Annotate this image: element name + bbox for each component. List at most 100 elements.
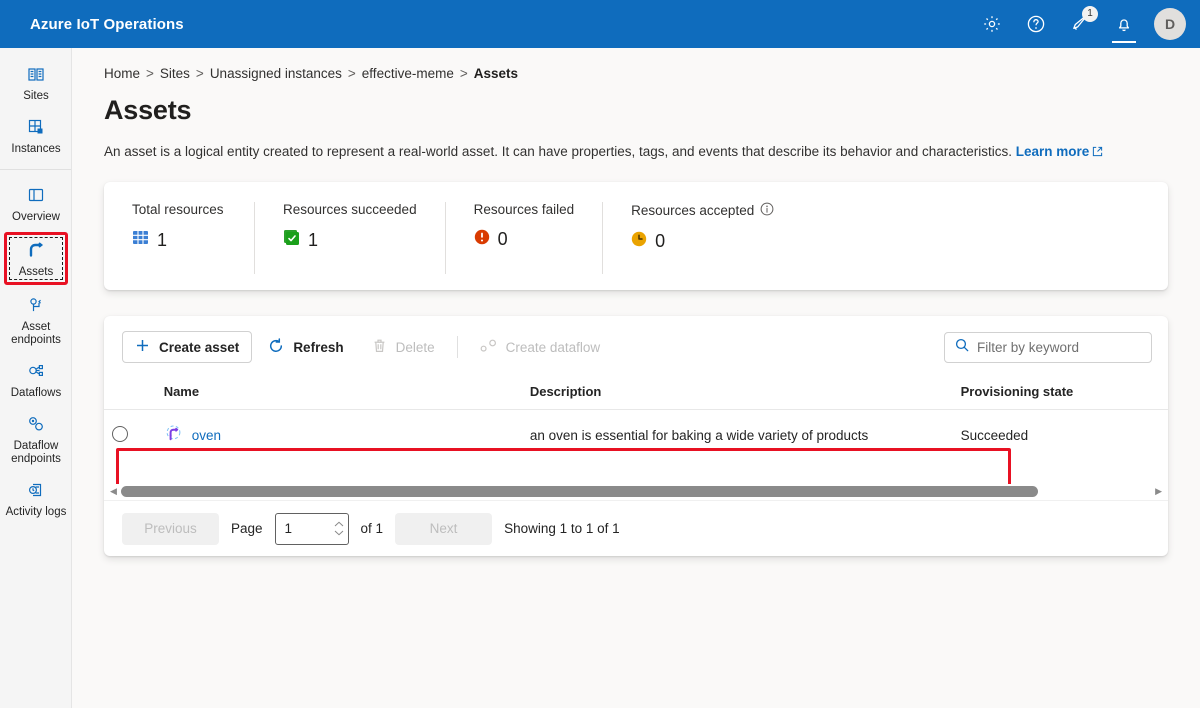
table-row[interactable]: oven an oven is essential for baking a w…	[104, 410, 1168, 461]
row-description-cell: an oven is essential for baking a wide v…	[529, 427, 869, 443]
stat-value: 1	[308, 229, 319, 250]
dataflows-icon	[26, 360, 46, 382]
create-asset-button[interactable]: Create asset	[122, 331, 253, 363]
breadcrumb-item-home[interactable]: Home	[104, 66, 140, 81]
assets-icon	[25, 239, 47, 261]
previous-page-button: Previous	[122, 512, 219, 545]
page-label: Page	[231, 521, 263, 536]
trash-icon	[372, 338, 387, 357]
stat-value: 1	[157, 229, 168, 250]
breadcrumb-item-sites[interactable]: Sites	[160, 66, 190, 81]
plus-icon	[135, 338, 150, 356]
column-header-description[interactable]: Description	[521, 378, 953, 410]
stat-value-row: 1	[132, 229, 226, 251]
delete-button: Delete	[360, 331, 447, 363]
stat-label-row: Resources accepted	[631, 202, 774, 219]
stat-value-row: 0	[631, 231, 774, 252]
settings-icon[interactable]	[970, 0, 1014, 48]
breadcrumb: Home > Sites > Unassigned instances > ef…	[104, 66, 1168, 81]
row-select-cell	[104, 410, 156, 461]
page-number-stepper[interactable]	[274, 512, 349, 545]
summary-card: Total resources 1 Resources succeeded 1 …	[104, 182, 1168, 290]
feedback-badge: 1	[1082, 6, 1098, 22]
scroll-right-arrow-icon[interactable]: ▶	[1155, 487, 1162, 496]
chevron-up-icon	[334, 521, 343, 527]
sidebar-item-label: Overview	[12, 211, 60, 223]
success-check-icon	[283, 229, 300, 251]
filter-search-box[interactable]	[944, 331, 1152, 363]
next-page-button: Next	[395, 512, 493, 545]
column-header-provisioning-state[interactable]: Provisioning state	[952, 378, 1168, 410]
stat-label: Total resources	[132, 202, 224, 217]
overview-icon	[26, 184, 46, 206]
activity-logs-icon	[26, 479, 46, 501]
sidebar-item-label: Instances	[11, 143, 61, 155]
create-asset-label: Create asset	[159, 339, 240, 355]
sidebar-item-label: Asset endpoints	[11, 321, 61, 346]
instances-icon	[26, 116, 46, 138]
stepper-arrows[interactable]	[334, 521, 344, 536]
info-icon[interactable]	[760, 202, 774, 219]
table-header-row: Name Description Provisioning state	[104, 378, 1168, 410]
stat-value-row: 1	[283, 229, 417, 251]
row-name-cell: oven	[156, 410, 522, 461]
toolbar-divider	[456, 336, 458, 358]
table-header: Name Description Provisioning state	[104, 378, 1168, 410]
sidebar: Sites Instances Overview Assets Asset en…	[0, 48, 72, 708]
scrollbar-thumb[interactable]	[120, 486, 1038, 497]
sidebar-item-label: Dataflows	[10, 387, 62, 399]
pagination-bar: Previous Page of 1 Next Showing 1 to 1 o…	[104, 500, 1168, 556]
feedback-icon[interactable]: 1	[1058, 0, 1102, 48]
asset-name-link[interactable]: oven	[192, 428, 221, 443]
sidebar-item-label: Activity logs	[5, 506, 67, 518]
notifications-bell-icon[interactable]	[1102, 0, 1146, 48]
row-provisioning-state-cell: Succeeded	[960, 427, 1029, 443]
refresh-icon	[268, 337, 284, 357]
sidebar-item-overview[interactable]: Overview	[0, 177, 72, 230]
table-body: oven an oven is essential for baking a w…	[104, 410, 1168, 461]
dataflow-endpoints-icon	[26, 413, 46, 435]
refresh-button[interactable]: Refresh	[256, 331, 355, 363]
scroll-left-arrow-icon[interactable]: ◀	[110, 487, 117, 496]
select-column-header	[104, 378, 156, 410]
scrollbar-track[interactable]	[120, 486, 1151, 497]
breadcrumb-separator: >	[146, 66, 154, 81]
showing-range-label: Showing 1 to 1 of 1	[504, 521, 620, 536]
asset-endpoints-icon	[26, 294, 46, 316]
stat-resources-accepted: Resources accepted 0	[602, 202, 802, 274]
sites-icon	[26, 63, 46, 85]
resource-grid-icon	[132, 229, 149, 251]
breadcrumb-item-effective-meme[interactable]: effective-meme	[362, 66, 454, 81]
sidebar-item-dataflows[interactable]: Dataflows	[0, 353, 72, 406]
sidebar-item-label: Assets	[18, 266, 54, 278]
avatar[interactable]: D	[1154, 8, 1186, 40]
create-dataflow-button: Create dataflow	[468, 331, 613, 363]
page-number-input[interactable]	[284, 521, 329, 536]
breadcrumb-separator: >	[195, 66, 204, 81]
total-pages-label: of 1	[360, 521, 384, 536]
active-indicator	[1112, 41, 1136, 43]
create-dataflow-label: Create dataflow	[505, 339, 601, 355]
horizontal-scrollbar[interactable]: ◀ ▶	[104, 484, 1168, 499]
sidebar-item-sites[interactable]: Sites	[0, 56, 72, 109]
learn-more-label: Learn more	[1015, 144, 1090, 159]
sidebar-item-asset-endpoints[interactable]: Asset endpoints	[0, 287, 72, 353]
breadcrumb-item-unassigned-instances[interactable]: Unassigned instances	[210, 66, 342, 81]
learn-more-link[interactable]: Learn more	[1016, 144, 1104, 159]
stat-resources-succeeded: Resources succeeded 1	[254, 202, 445, 274]
page-description-text: An asset is a logical entity created to …	[104, 144, 1012, 159]
asset-item-icon	[164, 424, 183, 446]
sidebar-item-assets[interactable]: Assets	[4, 232, 68, 285]
sidebar-item-label: Sites	[23, 90, 49, 102]
column-header-name[interactable]: Name	[155, 378, 522, 410]
sidebar-item-activity-logs[interactable]: Activity logs	[0, 472, 72, 525]
sidebar-divider	[0, 169, 71, 170]
search-input[interactable]	[977, 339, 1141, 355]
sidebar-item-dataflow-endpoints[interactable]: Dataflow endpoints	[0, 406, 72, 472]
help-icon[interactable]	[1014, 0, 1058, 48]
sidebar-item-instances[interactable]: Instances	[0, 109, 72, 162]
external-link-icon	[1092, 143, 1103, 162]
refresh-label: Refresh	[293, 339, 344, 355]
row-radio-button[interactable]	[112, 425, 128, 442]
stat-value: 0	[497, 229, 508, 249]
